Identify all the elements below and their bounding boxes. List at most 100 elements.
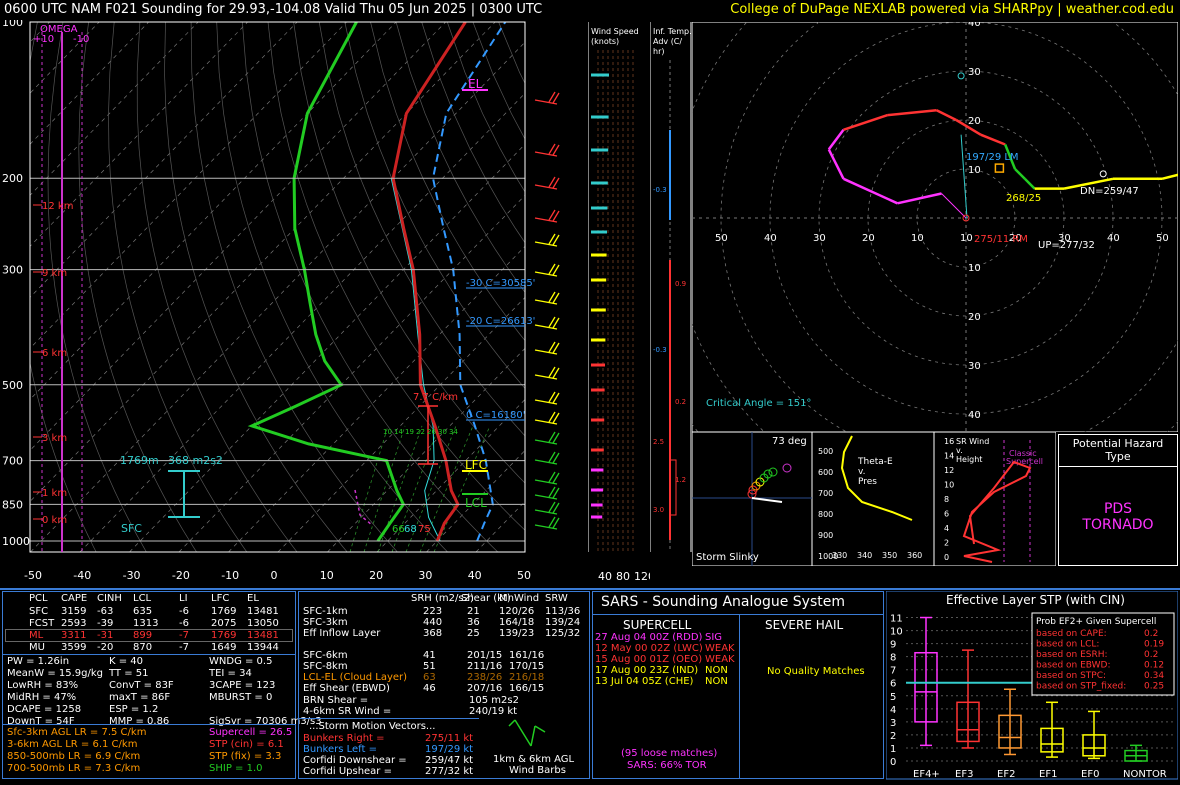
thetae-line [842,436,912,520]
kin-cell: 216/18 [509,672,544,683]
stp-ytick: 9 [890,640,896,651]
wspd-subtitle: (knots) [591,37,619,46]
parcel-cell: 635 [133,606,152,617]
parcel-cell: -20 [97,642,113,653]
inflow-srh-label: 368 m2s2 [168,454,223,467]
hodo-axis-tick: 50 [1156,233,1169,244]
agl-barb [509,720,515,726]
kin-cell: 46 [423,683,436,694]
tadv-value: 0.2 [675,398,686,406]
slinky-deg: 73 deg [772,436,807,447]
composite-value: STP (fix) = 3.3 [209,751,281,762]
sars-match: 12 May 00 02Z (LWC) [595,643,703,654]
parcel-cell: 1649 [211,642,236,653]
prob-value: 0.2 [1144,650,1158,660]
sars-divider [593,614,883,615]
kin-header: MnWind [499,593,539,604]
parcel-cell: 3159 [61,606,86,617]
kin-cell: 125/32 [545,628,580,639]
sars-no-match: No Quality Matches [767,666,865,677]
wspd-tick: 80 [616,570,630,583]
thetae-ytick: 600 [818,468,833,477]
slinky-circle [783,464,791,472]
agl-barb [535,726,545,732]
kin-cell: 201/15 [467,650,502,661]
wind-speed-panel: Wind Speed(knots)4080120 [588,20,650,588]
mixing-ratio-label: 30 [438,428,447,436]
thetae-ytick: 900 [818,531,833,540]
prob-value: 0.19 [1144,640,1164,650]
hodo-ring-label: 10 [968,165,981,176]
sr-wind-panel: SR Windv.Height0246810121416ClassicSuper… [934,432,1056,566]
hodo-trace [844,179,898,204]
srwind-title: v. [956,446,963,455]
sars-hail: SEVERE HAIL [765,618,843,632]
barbs-label: Wind Barbs [509,765,566,776]
stp-chart: Effective Layer STP (with CIN)0123456789… [886,591,1178,781]
prob-label: based on STPC: [1036,671,1106,681]
tadv-value: 0.9 [675,280,686,288]
thetae-ytick: 700 [818,489,833,498]
hodo-trace [888,110,937,115]
kin-cell: 51 [423,661,436,672]
stp-ytick: 0 [890,757,896,768]
kin-cell: 113/36 [545,606,580,617]
kin-cell: SFC-6km [303,650,348,661]
sars-tor: SARS: 66% TOR [627,760,707,771]
pressure-tick-label: 100 [2,20,23,29]
theta-e-panel: Theta-Ev.Pres500600700800900100033034035… [812,432,934,566]
parcel-cell: 1769 [211,606,236,617]
composite-value: STP (cin) = 6.1 [209,739,284,750]
parcel-cell: FCST [29,618,54,629]
parcel-cell: -6 [179,618,189,629]
hodo-critical-angle: Critical Angle = 151° [706,398,811,409]
hodo-mean-marker [995,164,1003,172]
isotherm-line [0,22,297,552]
slinky-circle [769,468,777,476]
dry-adiabat [165,22,348,552]
tadv-value: -0.3 [653,346,667,354]
parcel-header: EL [247,593,259,604]
stp-ytick: 6 [890,679,896,690]
index-value: TEI = 34 [209,668,252,679]
isotherm-line [328,22,591,552]
el-label: EL [468,77,483,91]
kin-cell: 139/23 [499,628,534,639]
parcel-section: PCLCAPECINHLCLLILFCELSFC3159-63635-61769… [2,591,296,779]
srwind-ytick: 10 [944,481,954,490]
dry-adiabat [137,22,297,552]
kin-cell: 36 [467,617,480,628]
hodo-ring-label: 40 [968,410,981,421]
prob-value: 0.12 [1144,661,1164,671]
dry-adiabat [550,22,590,552]
agl-barb [531,726,535,746]
parcel-cell: 2593 [61,618,86,629]
hodo-ring-label: 40 [968,22,981,29]
brn-value: 105 m2s2 [469,695,519,706]
hazard-line2: TORNADO [1059,517,1177,533]
stp-ytick: 11 [890,614,903,625]
stp-ytick: 7 [890,666,896,677]
prob-label: based on LCL: [1036,640,1099,650]
thetae-ytick: 500 [818,447,833,456]
mixing-ratio-label: 34 [449,428,458,436]
hodo-ring-label: 10 [968,263,981,274]
index-value: LowRH = 83% [7,680,78,691]
hodo-ring-label: 20 [968,116,981,127]
hodo-rm-label: 275/11 RM [974,234,1028,245]
stp-category: EF0 [1081,769,1099,780]
stp-ytick: 1 [890,744,896,755]
sr46-label: 4-6km SR Wind = [303,706,391,717]
kin-cell: SFC-1km [303,606,348,617]
parcel-header: LI [179,593,188,604]
parcel-cell: 1313 [133,618,158,629]
parcel-cell: 13050 [247,618,279,629]
composite-value: Supercell = 26.5 [209,727,292,738]
parcel-cell: 13481 [247,606,279,617]
sfc-label: SFC [121,522,142,535]
stp-category: EF2 [997,769,1015,780]
parcel-cell: -63 [97,606,113,617]
stp-category: NONTOR [1123,769,1167,780]
sars-section: SARS - Sounding Analogue SystemSUPERCELL… [592,591,884,779]
stp-ytick: 3 [890,718,896,729]
